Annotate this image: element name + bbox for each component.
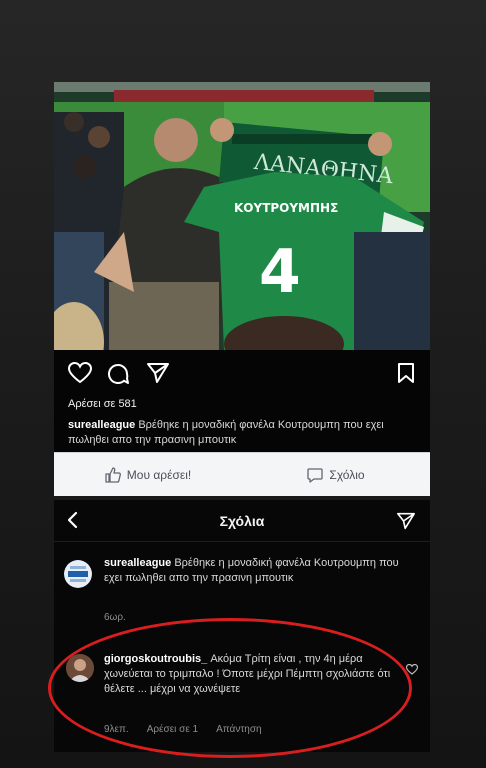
stadium-photo: ΛΑΝΑΘΗΝΑ ΚΟΥΤΡΟΥΜΠΗΣ 4 (54, 82, 430, 350)
like-button[interactable]: Μου αρέσει! (54, 466, 242, 483)
like-button-label: Μου αρέσει! (126, 467, 192, 482)
jersey-number-text: 4 (259, 237, 301, 307)
comment-meta: 6ωρ. (104, 612, 126, 623)
comment-button-label: Σχόλιο (329, 467, 365, 482)
post-actions (68, 362, 416, 386)
comment-time: 9λεπ. (104, 724, 129, 735)
caption-username[interactable]: surealleague (68, 419, 135, 431)
comments-title: Σχόλια (219, 513, 265, 529)
comment-button[interactable]: Σχόλιο (242, 467, 430, 483)
heart-icon[interactable] (68, 362, 92, 384)
comment-username[interactable]: surealleague (104, 557, 171, 569)
comment-time: 6ωρ. (104, 612, 126, 623)
speech-bubble-icon (307, 467, 324, 483)
comment-text-block: surealleague Βρέθηκε η μοναδική φανέλα Κ… (104, 556, 410, 586)
comment-meta: 9λεπ. Αρέσει σε 1 Απάντηση (104, 724, 262, 735)
jersey-name-text: ΚΟΥΤΡΟΥΜΠΗΣ (234, 201, 338, 215)
post-caption: surealleague Βρέθηκε η μοναδική φανέλα Κ… (68, 418, 420, 448)
likes-count[interactable]: Αρέσει σε 581 (68, 398, 137, 410)
fb-action-bar: Μου αρέσει! Σχόλιο (54, 452, 430, 496)
share-icon[interactable] (396, 512, 416, 530)
reply-button[interactable]: Απάντηση (216, 724, 261, 735)
comments-screen: Σχόλια surealleague Βρέθηκε η μοναδική φ… (54, 500, 430, 752)
avatar[interactable] (64, 560, 92, 588)
profile-photo-icon (66, 654, 94, 682)
comment-likes[interactable]: Αρέσει σε 1 (147, 724, 198, 735)
instagram-post: Αρέσει σε 581 surealleague Βρέθηκε η μον… (54, 350, 430, 452)
comment-text-block: giorgoskoutroubis_ Ακόμα Τρίτη είναι , τ… (104, 652, 410, 697)
thumbs-up-icon (105, 466, 121, 483)
bookmark-icon[interactable] (396, 362, 416, 384)
post-photo: ΛΑΝΑΘΗΝΑ ΚΟΥΤΡΟΥΜΠΗΣ 4 (54, 82, 430, 350)
comments-header: Σχόλια (54, 500, 430, 542)
comment-username[interactable]: giorgoskoutroubis_ (104, 653, 207, 665)
league-logo-icon (64, 560, 92, 588)
share-icon[interactable] (146, 362, 170, 384)
avatar[interactable] (66, 654, 94, 682)
comment-icon[interactable] (106, 362, 130, 386)
heart-icon[interactable] (406, 664, 418, 675)
